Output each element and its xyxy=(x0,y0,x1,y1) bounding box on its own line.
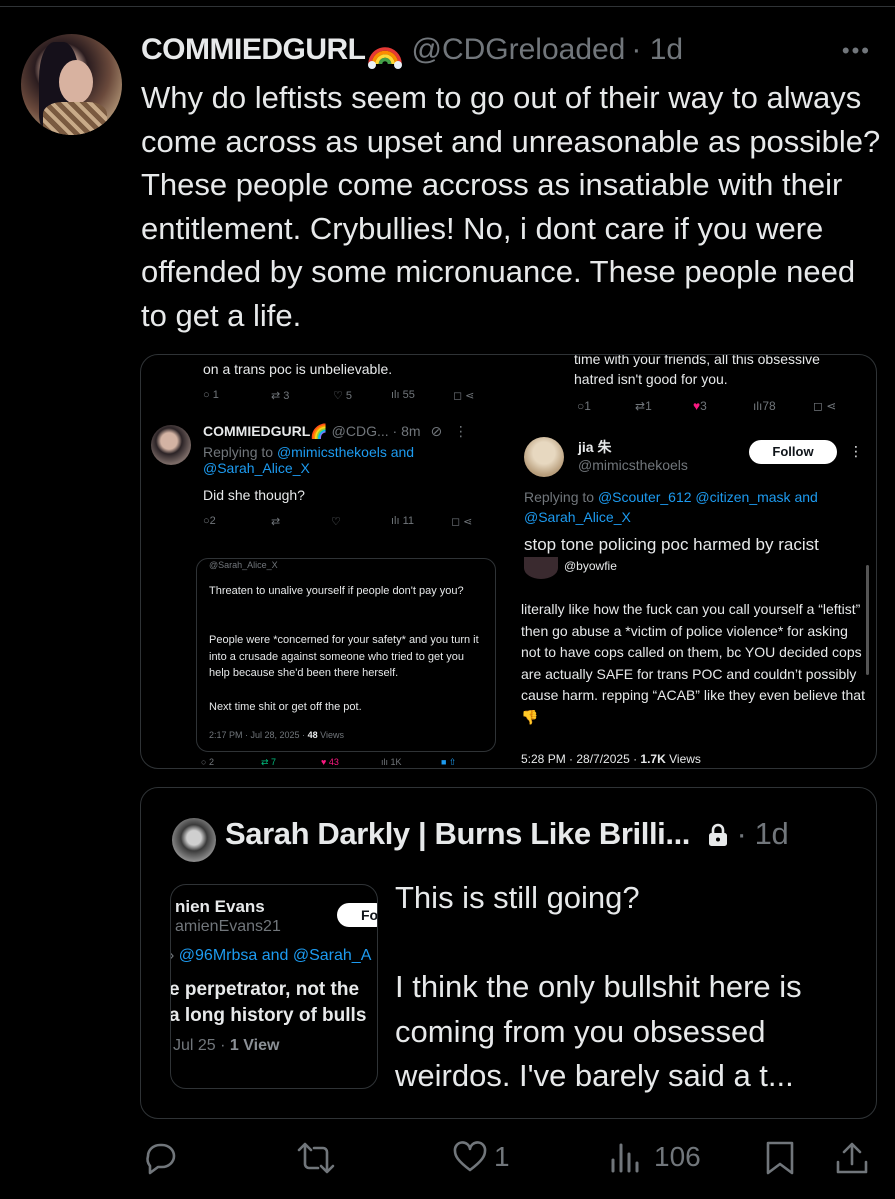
right-reply-more-icon: ⋮ xyxy=(849,443,863,459)
left-reply-rainbow-icon: 🌈 xyxy=(310,423,328,439)
left-reply-author: COMMIEDGURL xyxy=(203,423,311,439)
thumb-handle: amienEvans21 xyxy=(175,918,281,935)
left-reply-text: Did she though? xyxy=(203,487,305,503)
repost-button[interactable] xyxy=(296,1140,336,1176)
share-button[interactable] xyxy=(835,1140,869,1176)
quoted-author-name: Sarah Darkly | Burns Like Brilli... xyxy=(225,816,691,851)
right-reply-replying: Replying to @Scouter_612 @citizen_mask a… xyxy=(524,489,818,525)
right-top-actions: ○1 ⇄1 ♥3 ılı78 ◻ ⋖ xyxy=(577,399,837,413)
left-top-actions: ○ 1 ⇄ 3 ♡ 5 ılı 55 ◻ ⋖ xyxy=(203,389,475,402)
tweet-action-bar: 1 106 xyxy=(0,1128,895,1188)
more-options-icon[interactable]: ••• xyxy=(842,38,871,64)
tweet-text: Why do leftists seem to go out of their … xyxy=(141,80,881,333)
right-top-text: time with your friends, all this obsessi… xyxy=(574,354,820,387)
thumb-meta: Jul 25 · 1 View xyxy=(173,1037,280,1054)
right-follow-button: Follow xyxy=(749,440,837,464)
views-icon xyxy=(611,1143,639,1173)
right-bottom-avatar xyxy=(524,557,558,579)
like-count: 1 xyxy=(494,1141,510,1172)
lock-icon xyxy=(709,823,728,846)
quoted-time: · 1d xyxy=(736,816,789,851)
left-reply-replying: Replying to @mimicsthekoels and @Sarah_A… xyxy=(203,444,415,476)
top-divider xyxy=(0,6,895,7)
left-reply-grok-icon: ⊘ ⋮ xyxy=(430,423,468,439)
repost-icon xyxy=(297,1142,335,1174)
left-reply-time: · 8m xyxy=(392,423,421,439)
left-reply-actions: ○2 ⇄ ♡ ılı 11 ◻ ⋖ xyxy=(203,515,473,528)
quoted-author-avatar xyxy=(172,818,216,862)
dark-card-actions: ○ 2 ⇄ 7 ♥ 43 ılı 1K ■ ⇧ xyxy=(201,757,457,767)
right-reply-text: stop tone policing poc harmed by racist xyxy=(524,535,819,554)
share-icon xyxy=(836,1142,868,1174)
bookmark-icon xyxy=(766,1141,794,1175)
right-bottom-meta: 5:28 PM · 28/7/2025 · 1.7K Views xyxy=(521,752,701,766)
embedded-dark-screenshot: @Sarah_Alice_X Threaten to unalive yours… xyxy=(196,558,496,752)
quoted-author-line: Sarah Darkly | Burns Like Brilli... · 1d xyxy=(225,816,789,852)
author-avatar[interactable] xyxy=(21,34,122,135)
views-button[interactable]: 106 xyxy=(608,1140,701,1174)
tweet-media-image[interactable]: on a trans poc is unbelievable. ○ 1 ⇄ 3 … xyxy=(140,354,877,769)
left-reply-header: COMMIEDGURL🌈 @CDG... · 8m ⊘ ⋮ xyxy=(203,423,468,440)
right-scrollbar xyxy=(866,565,869,675)
heart-icon xyxy=(453,1141,487,1172)
thumb-name: nien Evans xyxy=(175,897,265,916)
views-count: 106 xyxy=(654,1141,701,1172)
thumb-follow-button: Fo xyxy=(337,903,377,927)
quoted-media-thumbnail[interactable]: nien Evans amienEvans21 Fo › @96Mrbsa an… xyxy=(170,884,378,1089)
author-handle[interactable]: @CDGreloaded xyxy=(411,33,625,67)
author-name[interactable]: COMMIEDGURL xyxy=(141,33,366,67)
left-screenshot-top-text: on a trans poc is unbelievable. xyxy=(203,361,393,377)
thumb-line1: e perpetrator, not the xyxy=(170,979,360,1000)
reply-button[interactable] xyxy=(141,1140,179,1176)
right-reply-avatar xyxy=(524,437,564,477)
thumb-line2: a long history of bulls xyxy=(170,1005,367,1026)
reply-icon xyxy=(146,1143,176,1175)
right-bottom-text: literally like how the fuck can you call… xyxy=(521,601,865,725)
tweet-time[interactable]: · 1d xyxy=(631,33,683,67)
right-reply-author: jia 朱 @mimicsthekoels xyxy=(578,439,688,473)
like-button[interactable]: 1 xyxy=(452,1140,510,1174)
left-reply-handle: @CDG... xyxy=(331,423,389,439)
bookmark-button[interactable] xyxy=(764,1140,796,1176)
quoted-text: This is still going? I think the only bu… xyxy=(395,880,802,1093)
rainbow-emoji-icon xyxy=(368,47,403,69)
right-bottom-handle: @byowfie xyxy=(564,559,617,573)
quoted-tweet[interactable]: Sarah Darkly | Burns Like Brilli... · 1d… xyxy=(140,787,877,1119)
left-reply-avatar xyxy=(151,425,191,465)
author-line: COMMIEDGURL @CDGreloaded · 1d xyxy=(141,30,683,70)
thumb-replying: › @96Mrbsa and @Sarah_A xyxy=(171,947,372,964)
